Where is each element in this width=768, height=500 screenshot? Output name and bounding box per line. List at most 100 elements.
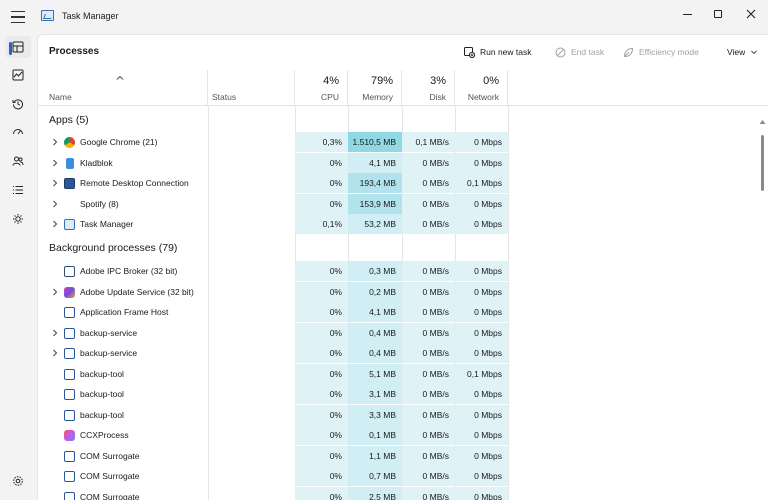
table-row[interactable]: CCXProcess 0% 0,1 MB 0 MB/s 0 Mbps bbox=[38, 425, 768, 445]
column-header-name[interactable]: Name bbox=[38, 70, 208, 105]
nav-services[interactable] bbox=[5, 208, 31, 230]
process-name-cell: Kladblok bbox=[38, 153, 208, 173]
efficiency-mode-button[interactable]: Efficiency mode bbox=[623, 45, 699, 59]
end-task-label: End task bbox=[571, 47, 605, 57]
backup-service-icon bbox=[64, 327, 75, 339]
memory-value: 0,1 MB bbox=[348, 425, 402, 445]
users-icon bbox=[12, 156, 24, 166]
table-row[interactable]: Adobe Update Service (32 bit) 0% 0,2 MB 0 M… bbox=[38, 281, 768, 302]
nav-performance[interactable] bbox=[5, 64, 31, 86]
run-new-task-button[interactable]: Run new task bbox=[464, 45, 532, 59]
end-task-button[interactable]: End task bbox=[555, 45, 604, 59]
com-surrogate-icon bbox=[64, 491, 75, 500]
column-header-cpu[interactable]: 4% CPU bbox=[295, 70, 348, 105]
column-header-disk[interactable]: 3% Disk bbox=[402, 70, 455, 105]
column-header-status[interactable]: Status bbox=[208, 70, 295, 105]
group-header-background: Background processes (79) bbox=[38, 234, 768, 260]
view-dropdown[interactable]: View bbox=[727, 45, 758, 59]
nav-startup-apps[interactable] bbox=[5, 121, 31, 143]
chevron-right-icon[interactable] bbox=[51, 220, 59, 228]
chevron-right-icon[interactable] bbox=[51, 138, 59, 146]
memory-value: 4,1 MB bbox=[348, 302, 402, 322]
table-row[interactable]: COM Surrogate 0% 1,1 MB 0 MB/s 0 Mbps bbox=[38, 445, 768, 466]
cpu-value: 0,1% bbox=[295, 214, 348, 234]
table-row[interactable]: backup-tool 0% 3,1 MB 0 MB/s 0 Mbps bbox=[38, 384, 768, 404]
disk-value: 0 MB/s bbox=[402, 193, 455, 214]
scroll-up-arrow-icon[interactable] bbox=[759, 119, 766, 125]
disk-value: 0,1 MB/s bbox=[402, 132, 455, 152]
memory-value: 1,1 MB bbox=[348, 445, 402, 466]
disk-value: 0 MB/s bbox=[402, 302, 455, 322]
chevron-right-icon[interactable] bbox=[51, 329, 59, 337]
process-name-cell: backup-tool bbox=[38, 364, 208, 384]
startup-apps-icon bbox=[13, 129, 23, 135]
minimize-button[interactable] bbox=[670, 0, 704, 28]
column-name-label: Name bbox=[49, 92, 72, 102]
ccx-icon bbox=[64, 430, 75, 441]
column-header-network[interactable]: 0% Network bbox=[455, 70, 508, 105]
disk-value: 0 MB/s bbox=[402, 343, 455, 363]
table-row[interactable]: Task Manager 0,1% 53,2 MB 0 MB/s 0 Mbps bbox=[38, 214, 768, 234]
process-name: Application Frame Host bbox=[80, 307, 169, 317]
process-name-cell: backup-tool bbox=[38, 405, 208, 425]
chevron-right-icon[interactable] bbox=[51, 200, 59, 208]
process-name: Adobe IPC Broker (32 bit) bbox=[80, 266, 178, 276]
memory-value: 1.510,5 MB bbox=[348, 132, 402, 152]
network-value: 0,1 Mbps bbox=[455, 173, 508, 193]
nav-users[interactable] bbox=[5, 150, 31, 172]
process-name-cell: Google Chrome (21) bbox=[38, 132, 208, 152]
table-row[interactable]: Adobe IPC Broker (32 bit) 0% 0,3 MB 0 MB/s 0… bbox=[38, 261, 768, 281]
table-row[interactable]: backup-tool 0% 5,1 MB 0 MB/s 0,1 Mbps bbox=[38, 363, 768, 384]
nav-settings[interactable] bbox=[5, 470, 31, 492]
chevron-right-icon[interactable] bbox=[51, 179, 59, 187]
page-title: Processes bbox=[49, 46, 100, 57]
close-button[interactable] bbox=[734, 0, 768, 28]
vertical-scrollbar-thumb[interactable] bbox=[761, 135, 764, 191]
maximize-button[interactable] bbox=[701, 0, 735, 28]
network-value: 0 Mbps bbox=[455, 152, 508, 173]
nav-details[interactable] bbox=[5, 179, 31, 201]
process-name: Spotify (8) bbox=[80, 198, 119, 209]
cpu-value: 0% bbox=[295, 343, 348, 363]
com-surrogate-icon bbox=[64, 450, 75, 462]
cpu-value: 0% bbox=[295, 425, 348, 445]
cpu-value: 0% bbox=[295, 466, 348, 486]
backup-tool-icon bbox=[64, 389, 75, 400]
efficiency-mode-label: Efficiency mode bbox=[639, 47, 699, 57]
chevron-down-icon bbox=[751, 50, 758, 55]
minimize-icon bbox=[682, 13, 692, 15]
table-row[interactable]: Spotify (8) 0% 153,9 MB 0 MB/s 0 Mbps bbox=[38, 193, 768, 214]
memory-value: 153,9 MB bbox=[348, 193, 402, 214]
table-row[interactable]: COM Surrogate 0% 2,5 MB 0 MB/s 0 Mbps bbox=[38, 486, 768, 500]
chevron-right-icon[interactable] bbox=[51, 349, 59, 357]
table-row[interactable]: Kladblok 0% 4,1 MB 0 MB/s 0 Mbps bbox=[38, 152, 768, 173]
chevron-right-icon[interactable] bbox=[51, 159, 59, 167]
table-row[interactable]: backup-service 0% 0,4 MB 0 MB/s 0 Mbps bbox=[38, 343, 768, 363]
memory-value: 193,4 MB bbox=[348, 173, 402, 193]
details-icon bbox=[13, 186, 23, 194]
backup-tool-icon bbox=[64, 409, 75, 421]
task-manager-icon bbox=[64, 219, 75, 230]
navigation-pane bbox=[0, 34, 37, 500]
cpu-value: 0% bbox=[295, 281, 348, 302]
column-header-memory[interactable]: 79% Memory bbox=[348, 70, 402, 105]
table-row[interactable]: backup-tool 0% 3,3 MB 0 MB/s 0 Mbps bbox=[38, 404, 768, 425]
table-row[interactable]: Application Frame Host 0% 4,1 MB 0 MB/s 0 Mb… bbox=[38, 302, 768, 322]
memory-value: 0,4 MB bbox=[348, 343, 402, 363]
cpu-value: 0,3% bbox=[295, 132, 348, 152]
nav-app-history[interactable] bbox=[5, 93, 31, 115]
table-row[interactable]: Remote Desktop Connection 0% 193,4 MB 0 MB/… bbox=[38, 173, 768, 193]
table-row[interactable]: Google Chrome (21) 0,3% 1.510,5 MB 0,1 MB/s… bbox=[38, 132, 768, 152]
network-value: 0 Mbps bbox=[455, 132, 508, 152]
table-row[interactable]: backup-service 0% 0,4 MB 0 MB/s 0 Mbps bbox=[38, 322, 768, 343]
process-name: CCXProcess bbox=[80, 430, 129, 440]
window-title: Task Manager bbox=[62, 11, 119, 21]
cpu-value: 0% bbox=[295, 261, 348, 281]
network-value: 0,1 Mbps bbox=[455, 363, 508, 384]
chevron-right-icon[interactable] bbox=[51, 288, 59, 296]
notepad-icon bbox=[66, 157, 74, 169]
title-bar: Task Manager bbox=[0, 0, 768, 34]
nav-processes[interactable] bbox=[5, 36, 31, 58]
table-row[interactable]: COM Surrogate 0% 0,7 MB 0 MB/s 0 Mbps bbox=[38, 466, 768, 486]
menu-icon[interactable] bbox=[9, 9, 27, 25]
